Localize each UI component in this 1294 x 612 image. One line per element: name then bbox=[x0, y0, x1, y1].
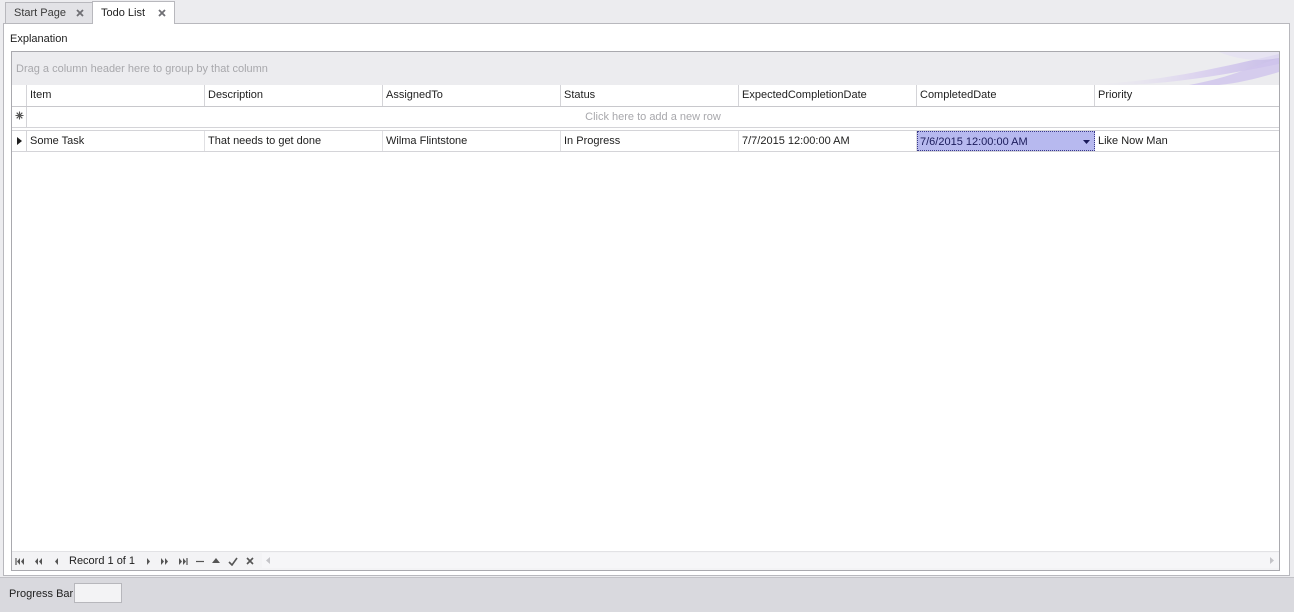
cell-completed-date[interactable]: 7/6/2015 12:00:00 AM bbox=[917, 131, 1095, 151]
next-icon bbox=[146, 557, 150, 565]
first-icon bbox=[15, 557, 24, 565]
tab-todo-list[interactable]: Todo List bbox=[92, 1, 175, 24]
next-record-button[interactable] bbox=[142, 555, 154, 567]
cell-assigned-to[interactable]: Wilma Flintstone bbox=[383, 131, 561, 151]
tab-start-page[interactable]: Start Page bbox=[5, 2, 93, 23]
close-icon[interactable] bbox=[75, 8, 85, 18]
previous-record-button[interactable] bbox=[50, 555, 62, 567]
column-header-expected-completion-date[interactable]: ExpectedCompletionDate bbox=[739, 85, 917, 106]
column-header-description[interactable]: Description bbox=[205, 85, 383, 106]
record-counter: Record 1 of 1 bbox=[69, 555, 136, 567]
previous-icon bbox=[54, 557, 58, 565]
data-navigator: Record 1 of 1 bbox=[12, 551, 1279, 570]
tab-todo-list-label: Todo List bbox=[101, 7, 146, 19]
status-bar: Progress Bar bbox=[0, 577, 1294, 612]
previous-page-button[interactable] bbox=[32, 555, 44, 567]
dropdown-arrow-icon[interactable] bbox=[1083, 140, 1090, 144]
add-new-row-hint[interactable]: Click here to add a new row bbox=[27, 107, 1279, 127]
row-indicator[interactable] bbox=[12, 131, 27, 151]
decorative-swoosh-icon bbox=[1079, 52, 1279, 85]
group-by-panel[interactable]: Drag a column header here to group by th… bbox=[12, 52, 1279, 86]
horizontal-scrollbar[interactable] bbox=[262, 553, 1279, 568]
cell-priority[interactable]: Like Now Man bbox=[1095, 131, 1279, 151]
progress-bar bbox=[74, 583, 122, 603]
cancel-edit-button[interactable] bbox=[244, 555, 256, 567]
scroll-right-icon[interactable] bbox=[1270, 557, 1274, 564]
column-header-item[interactable]: Item bbox=[27, 85, 205, 106]
next-page-button[interactable] bbox=[159, 555, 171, 567]
close-icon[interactable] bbox=[157, 8, 167, 18]
document-tabstrip: Start Page Todo List bbox=[0, 0, 1294, 24]
last-icon bbox=[179, 557, 188, 565]
cell-status[interactable]: In Progress bbox=[561, 131, 739, 151]
progress-bar-label: Progress Bar bbox=[9, 588, 74, 600]
cell-item[interactable]: Some Task bbox=[27, 131, 205, 151]
new-row[interactable]: Click here to add a new row bbox=[12, 107, 1279, 128]
row-indicator bbox=[12, 107, 27, 128]
end-edit-button[interactable] bbox=[227, 555, 239, 567]
current-row-arrow-icon bbox=[17, 137, 22, 145]
cell-expected-completion-date[interactable]: 7/7/2015 12:00:00 AM bbox=[739, 131, 917, 151]
checkmark-icon bbox=[228, 557, 238, 566]
cell-value: 7/6/2015 12:00:00 AM bbox=[920, 136, 1028, 148]
scroll-left-icon[interactable] bbox=[266, 557, 270, 564]
column-header-assigned-to[interactable]: AssignedTo bbox=[383, 85, 561, 106]
column-header-completed-date[interactable]: CompletedDate bbox=[917, 85, 1095, 106]
column-header-row: Item Description AssignedTo Status ExpectedC… bbox=[12, 85, 1279, 107]
next-page-icon bbox=[161, 557, 168, 565]
todo-app-window: Start Page Todo List Explanation Drag a … bbox=[0, 0, 1294, 612]
previous-page-icon bbox=[35, 557, 42, 565]
explanation-label: Explanation bbox=[10, 33, 68, 45]
cancel-x-icon bbox=[246, 557, 254, 565]
todo-grid[interactable]: Drag a column header here to group by th… bbox=[11, 51, 1280, 571]
minus-icon bbox=[196, 560, 204, 562]
table-row[interactable]: Some Task That needs to get done Wilma Fli… bbox=[12, 130, 1279, 152]
edit-record-button[interactable] bbox=[210, 555, 222, 567]
last-record-button[interactable] bbox=[177, 555, 189, 567]
delete-record-button[interactable] bbox=[194, 555, 206, 567]
tab-start-page-label: Start Page bbox=[14, 7, 66, 19]
todo-list-panel: Explanation Drag a column header here to… bbox=[3, 23, 1290, 576]
first-record-button[interactable] bbox=[14, 555, 26, 567]
row-indicator-header bbox=[12, 85, 27, 106]
column-header-status[interactable]: Status bbox=[561, 85, 739, 106]
triangle-up-icon bbox=[212, 558, 220, 563]
new-row-star-icon bbox=[15, 111, 24, 120]
cell-description[interactable]: That needs to get done bbox=[205, 131, 383, 151]
group-by-hint: Drag a column header here to group by th… bbox=[16, 63, 268, 75]
column-header-priority[interactable]: Priority bbox=[1095, 85, 1279, 106]
